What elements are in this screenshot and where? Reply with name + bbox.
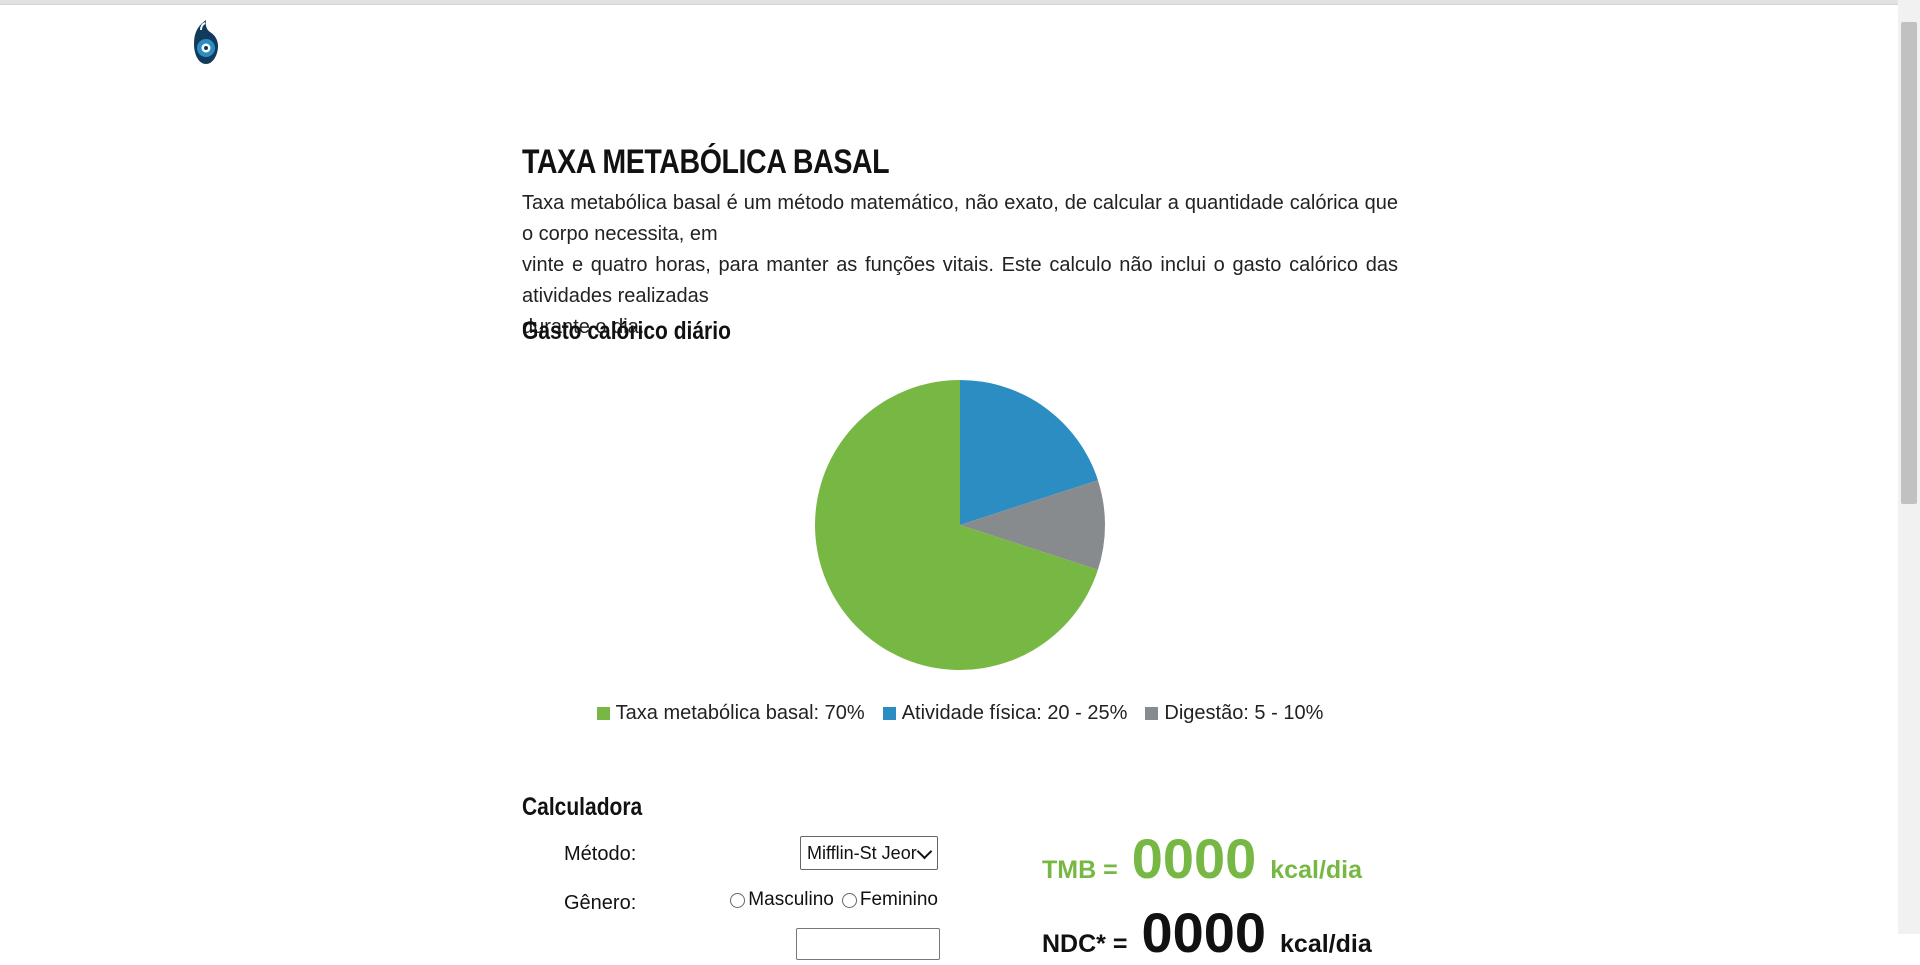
gender-option-male[interactable]: Masculino bbox=[730, 889, 834, 911]
intro-line: vinte e quatro horas, para manter as fun… bbox=[522, 254, 1398, 307]
gender-option-female[interactable]: Feminino bbox=[841, 889, 938, 911]
vertical-scrollbar[interactable] bbox=[1898, 0, 1920, 934]
tmb-label: TMB = bbox=[1042, 856, 1118, 884]
ngr-result: NDC* = 0000 kcal/dia bbox=[1042, 900, 1372, 965]
legend-label: Atividade física: 20 - 25% bbox=[901, 702, 1128, 724]
browser-top-border bbox=[0, 0, 1898, 5]
male-label: Masculino bbox=[748, 889, 834, 910]
chevron-down-icon bbox=[916, 843, 933, 860]
tmb-result: TMB = 0000 kcal/dia bbox=[1042, 826, 1362, 891]
tmb-unit: kcal/dia bbox=[1270, 856, 1363, 884]
legend-label: Digestão: 5 - 10% bbox=[1164, 702, 1324, 724]
legend-item-basal[interactable]: Taxa metabólica basal: 70% bbox=[596, 702, 865, 725]
legend-item-activity[interactable]: Atividade física: 20 - 25% bbox=[882, 702, 1128, 725]
female-radio[interactable] bbox=[841, 892, 857, 908]
ngr-label: NDC* = bbox=[1042, 930, 1128, 958]
method-selected-value: Mifflin-St Jeor bbox=[807, 843, 917, 863]
legend-swatch bbox=[882, 707, 896, 720]
female-label: Feminino bbox=[859, 889, 938, 910]
ngr-unit: kcal/dia bbox=[1280, 930, 1372, 958]
method-label: Método: bbox=[564, 842, 637, 865]
chart-legend: Taxa metabólica basal: 70% Atividade fís… bbox=[522, 702, 1398, 725]
age-input[interactable] bbox=[796, 928, 940, 960]
legend-swatch bbox=[1145, 707, 1159, 720]
method-row: Método: Mifflin-St Jeor bbox=[564, 834, 938, 874]
gender-radio-group: Masculino Feminino bbox=[730, 889, 938, 911]
ngr-value: 0000 bbox=[1141, 901, 1267, 964]
male-radio[interactable] bbox=[730, 892, 746, 908]
scrollbar-thumb[interactable] bbox=[1901, 22, 1917, 504]
legend-label: Taxa metabólica basal: 70% bbox=[615, 702, 865, 724]
chart-section-title: Gasto calórico diário bbox=[522, 316, 731, 345]
tmb-value: 0000 bbox=[1131, 827, 1257, 890]
site-logo[interactable] bbox=[188, 18, 224, 66]
flame-drop-logo-icon bbox=[194, 20, 218, 64]
gender-row: Gênero: Masculino Feminino bbox=[564, 883, 938, 923]
legend-item-digestion[interactable]: Digestão: 5 - 10% bbox=[1145, 702, 1323, 725]
legend-swatch bbox=[596, 707, 610, 720]
pie-chart bbox=[815, 380, 1105, 670]
method-select[interactable]: Mifflin-St Jeor bbox=[800, 836, 938, 870]
page-title: TAXA METABÓLICA BASAL bbox=[522, 142, 890, 181]
intro-line: Taxa metabólica basal é um método matemá… bbox=[522, 192, 1398, 245]
calculator-title: Calculadora bbox=[522, 792, 643, 821]
